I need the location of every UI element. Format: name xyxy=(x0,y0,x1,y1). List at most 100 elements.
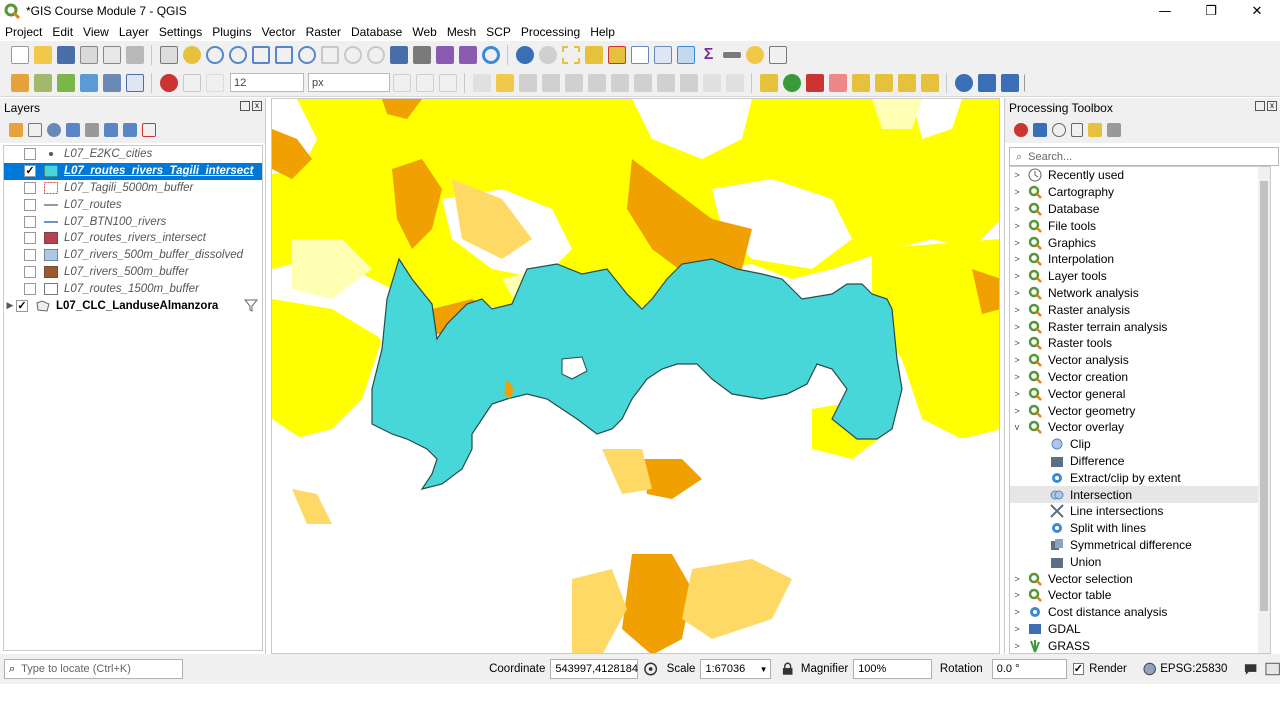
symbol-size-input[interactable]: 12 xyxy=(230,73,304,92)
menu-settings[interactable]: Settings xyxy=(154,25,207,39)
menu-vector[interactable]: Vector xyxy=(257,25,301,39)
copy-features-icon[interactable] xyxy=(656,73,675,92)
tree-group-file-tools[interactable]: > File tools xyxy=(1010,217,1270,234)
layer-row[interactable]: L07_BTN100_rivers xyxy=(4,213,262,230)
redo-icon[interactable] xyxy=(725,73,744,92)
statistical-summary-icon[interactable]: Σ xyxy=(700,46,718,64)
refresh-icon[interactable] xyxy=(481,46,500,64)
menu-view[interactable]: View xyxy=(78,25,114,39)
label-properties-icon[interactable] xyxy=(920,73,939,92)
layer-checkbox[interactable] xyxy=(24,198,36,211)
cut-features-icon[interactable] xyxy=(633,73,652,92)
expand-arrow-icon[interactable]: > xyxy=(1010,355,1024,365)
menu-help[interactable]: Help xyxy=(585,25,620,39)
cancel-edits-icon[interactable] xyxy=(415,73,434,92)
expand-arrow-icon[interactable]: ▶ xyxy=(4,300,16,311)
toggle-editing-icon[interactable] xyxy=(495,73,514,92)
open-layer-styling-icon[interactable] xyxy=(8,123,23,137)
expand-arrow-icon[interactable]: > xyxy=(1010,187,1024,197)
toolbox-scrollbar[interactable] xyxy=(1258,167,1270,653)
render-checkbox[interactable]: ✓ xyxy=(1072,663,1085,675)
open-field-calculator-icon[interactable] xyxy=(653,46,672,64)
select-features-icon[interactable] xyxy=(561,46,580,64)
layer-checkbox[interactable] xyxy=(24,215,36,228)
rotation-field[interactable]: 0.0 ° xyxy=(991,659,1067,679)
magnifier-field[interactable]: 100% xyxy=(853,659,932,679)
messages-icon[interactable] xyxy=(1243,661,1258,677)
new-print-layout-icon[interactable] xyxy=(79,46,98,64)
layer-row-selected[interactable]: ✓ L07_routes_rivers_Tagili_intersect xyxy=(4,162,262,180)
temporal-controller-icon[interactable] xyxy=(412,46,431,64)
filter-icon[interactable] xyxy=(244,298,258,312)
algorithm-difference[interactable]: Difference xyxy=(1010,453,1270,470)
algorithm-split-with-lines[interactable]: Split with lines xyxy=(1010,520,1270,537)
split-features-icon[interactable] xyxy=(392,73,411,92)
zoom-last-icon[interactable] xyxy=(343,46,362,64)
expand-arrow-icon[interactable]: > xyxy=(1010,254,1024,264)
layer-checkbox[interactable] xyxy=(24,282,36,295)
expand-arrow-icon[interactable]: > xyxy=(1010,204,1024,214)
new-spatialite-layer-icon[interactable] xyxy=(79,73,98,92)
expand-arrow-icon[interactable]: > xyxy=(1010,238,1024,248)
layer-checkbox[interactable] xyxy=(24,148,36,161)
expand-arrow-icon[interactable]: > xyxy=(1010,406,1024,416)
tree-group-gdal[interactable]: > GDAL xyxy=(1010,621,1270,638)
options-icon[interactable] xyxy=(1106,123,1121,137)
unit-select[interactable]: px xyxy=(308,73,390,92)
minimize-button[interactable]: — xyxy=(1142,0,1188,22)
filter-expression-icon[interactable] xyxy=(84,123,99,137)
crs-globe-icon[interactable] xyxy=(1143,662,1156,676)
menu-project[interactable]: Project xyxy=(0,25,47,39)
show-hide-labels-icon[interactable] xyxy=(828,73,847,92)
plugin-globe-icon[interactable] xyxy=(954,73,973,92)
layer-row[interactable]: L07_routes_rivers_intersect xyxy=(4,230,262,247)
collapse-all-icon[interactable] xyxy=(122,123,137,137)
expand-arrow-icon[interactable]: > xyxy=(1010,288,1024,298)
show-bookmarks-icon[interactable] xyxy=(458,46,477,64)
open-project-icon[interactable] xyxy=(33,46,52,64)
map-canvas[interactable] xyxy=(271,98,1000,654)
zoom-in-icon[interactable] xyxy=(205,46,224,64)
zoom-to-layer-icon[interactable] xyxy=(297,46,316,64)
zoom-to-selection-icon[interactable] xyxy=(274,46,293,64)
float-panel-icon[interactable] xyxy=(240,101,250,111)
tree-group-vector-analysis[interactable]: > Vector analysis xyxy=(1010,352,1270,369)
vertex-tool-icon[interactable] xyxy=(182,73,201,92)
undo-icon[interactable] xyxy=(702,73,721,92)
menu-database[interactable]: Database xyxy=(346,25,407,39)
layer-checkbox[interactable]: ✓ xyxy=(24,165,36,178)
expand-arrow-icon[interactable]: > xyxy=(1010,607,1024,617)
select-by-value-icon[interactable] xyxy=(584,46,603,64)
menu-edit[interactable]: Edit xyxy=(47,25,78,39)
restore-button[interactable]: ❐ xyxy=(1188,0,1234,22)
layout-manager-icon[interactable] xyxy=(102,46,121,64)
close-button[interactable]: ✕ xyxy=(1234,0,1280,22)
tree-group-graphics[interactable]: > Graphics xyxy=(1010,234,1270,251)
new-map-view-icon[interactable] xyxy=(389,46,408,64)
lock-icon[interactable] xyxy=(781,662,794,676)
menu-scp[interactable]: SCP xyxy=(481,25,516,39)
tree-group-raster-terrain-analysis[interactable]: > Raster terrain analysis xyxy=(1010,318,1270,335)
crosshair-icon[interactable] xyxy=(1023,73,1042,92)
new-geopackage-layer-icon[interactable] xyxy=(33,73,52,92)
run-feature-action-icon[interactable] xyxy=(538,46,557,64)
expand-arrow-icon[interactable]: > xyxy=(1010,590,1024,600)
expand-arrow-icon[interactable]: > xyxy=(1010,305,1024,315)
layer-checkbox[interactable] xyxy=(24,181,36,194)
rotate-label-icon[interactable] xyxy=(874,73,893,92)
zoom-next-icon[interactable] xyxy=(366,46,385,64)
style-manager-icon[interactable] xyxy=(125,46,144,64)
remove-layer-icon[interactable] xyxy=(141,123,156,137)
measure-icon[interactable] xyxy=(722,52,741,58)
algorithm-extract-clip-by-extent[interactable]: Extract/clip by extent xyxy=(1010,469,1270,486)
scripts-icon[interactable] xyxy=(1032,123,1047,137)
collapse-arrow-icon[interactable]: v xyxy=(1010,422,1024,432)
snapping-icon[interactable] xyxy=(205,73,224,92)
algorithm-intersection[interactable]: Intersection xyxy=(1010,486,1270,503)
tree-group-vector-creation[interactable]: > Vector creation xyxy=(1010,369,1270,386)
data-source-manager-icon[interactable] xyxy=(10,73,29,92)
menu-raster[interactable]: Raster xyxy=(301,25,346,39)
expand-arrow-icon[interactable]: > xyxy=(1010,271,1024,281)
layer-row[interactable]: L07_routes xyxy=(4,196,262,213)
digitize-icon[interactable] xyxy=(159,73,178,92)
